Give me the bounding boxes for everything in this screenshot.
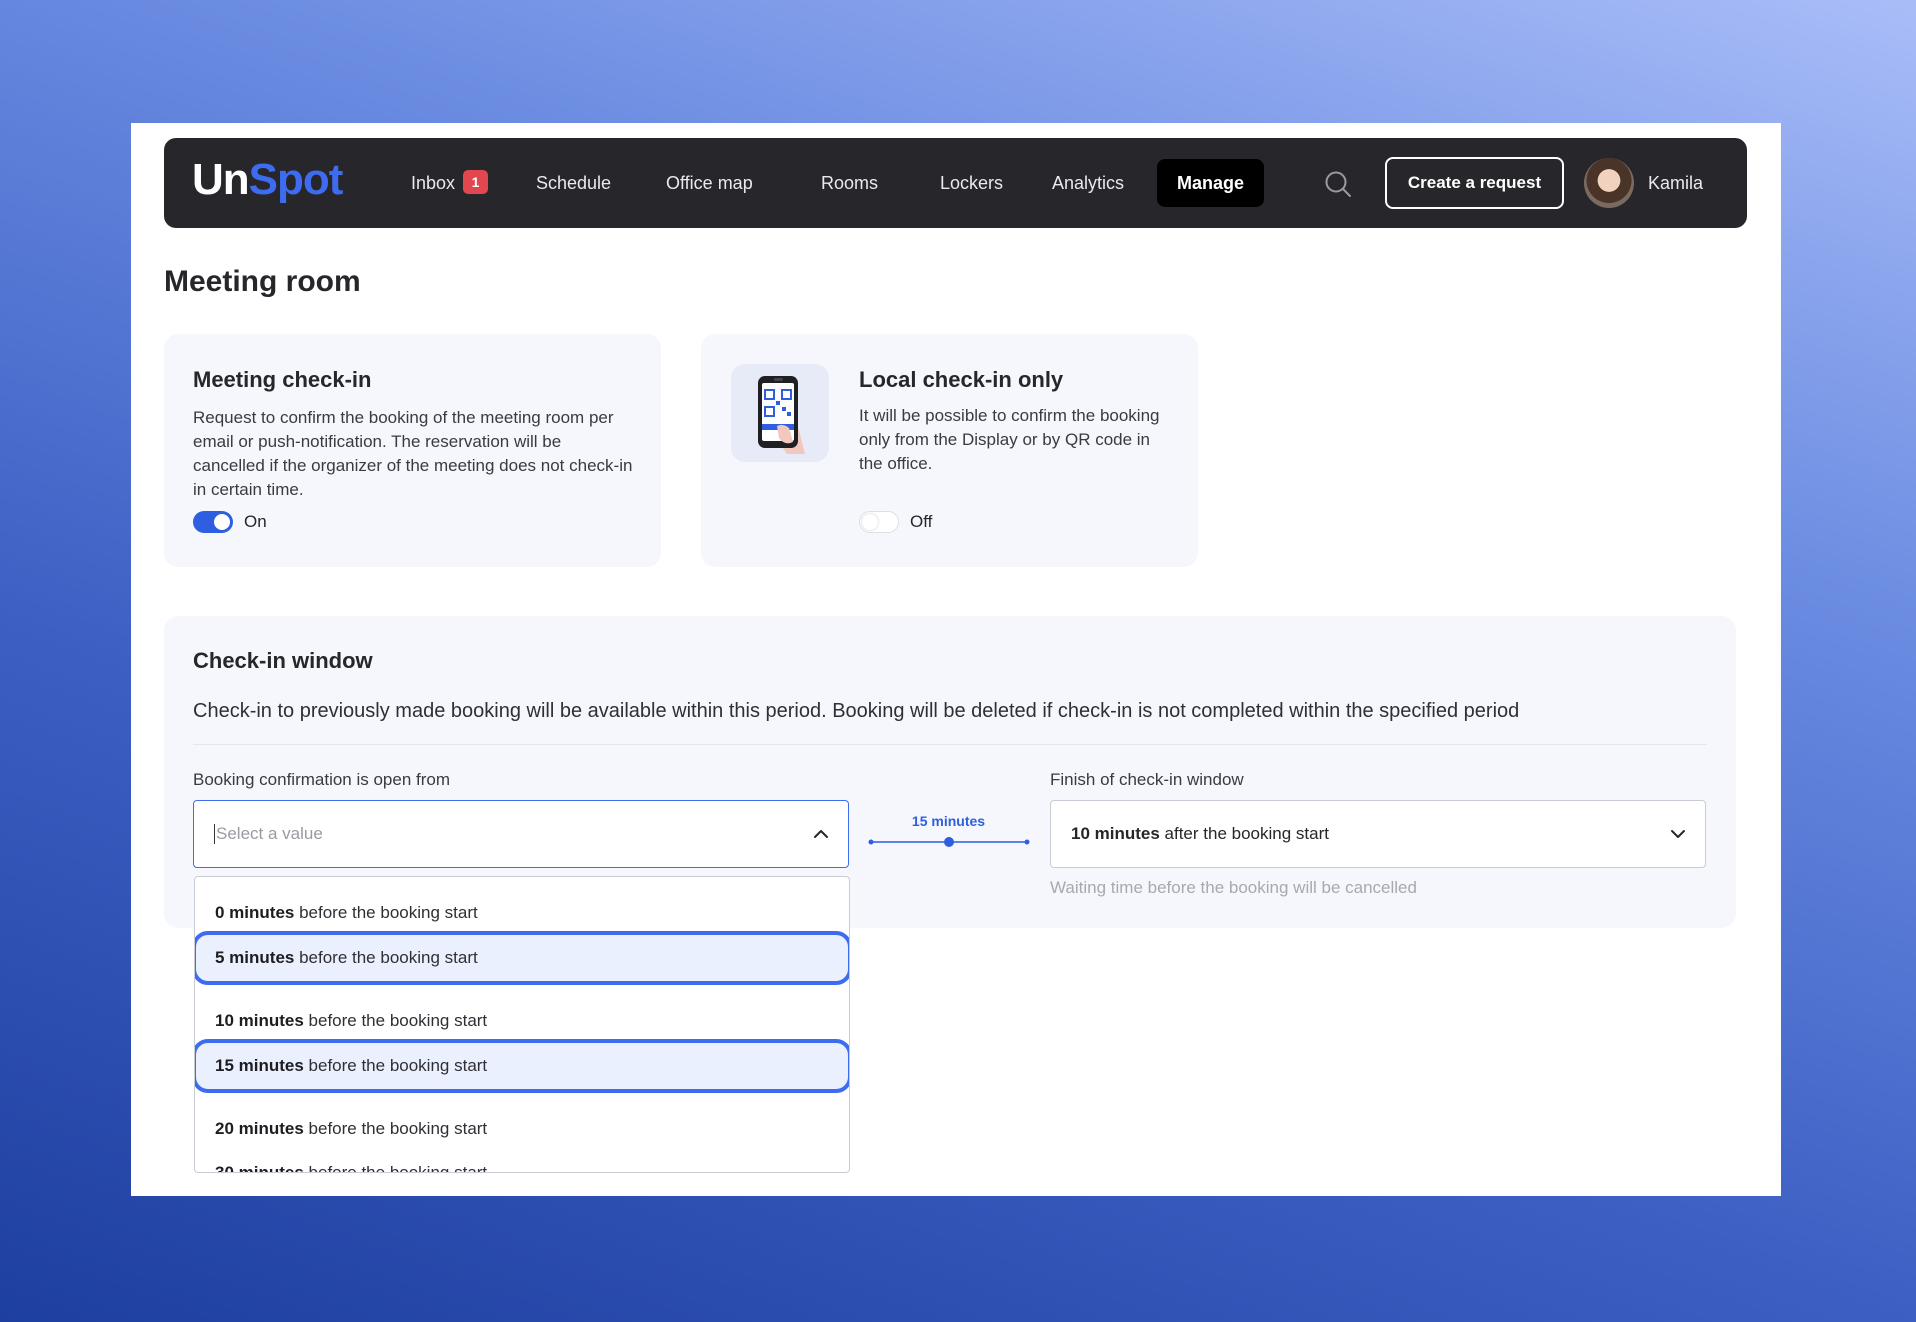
dropdown-option-5[interactable]: 5 minutes before the booking start <box>195 931 849 985</box>
finish-time-value-bold: 10 minutes <box>1071 824 1160 843</box>
option-rest: before the booking start <box>303 1163 488 1173</box>
toggle-knob <box>862 514 878 530</box>
dropdown-option-30[interactable]: 30 minutes before the booking start <box>195 1146 849 1173</box>
meeting-checkin-toggle[interactable] <box>193 511 233 533</box>
user-name[interactable]: Kamila <box>1648 162 1703 204</box>
option-rest: before the booking start <box>303 1119 488 1138</box>
inbox-count-badge: 1 <box>463 170 489 195</box>
logo-part-1: Un <box>192 155 250 204</box>
top-navbar: UnSpot Inbox 1 Schedule Office map Rooms … <box>164 138 1747 228</box>
option-rest: before the booking start <box>294 903 478 922</box>
finish-field-hint: Waiting time before the booking will be … <box>1050 878 1417 897</box>
start-time-dropdown: 0 minutes before the booking start 5 min… <box>194 876 850 1173</box>
option-bold: 0 minutes <box>215 903 295 922</box>
nav-item-analytics[interactable]: Analytics <box>1052 162 1124 204</box>
nav-item-schedule[interactable]: Schedule <box>536 162 611 204</box>
logo-part-2: Spot <box>248 155 344 204</box>
option-bold: 5 minutes <box>215 948 295 967</box>
finish-time-value-rest: after the booking start <box>1159 824 1329 843</box>
unspot-logo[interactable]: UnSpot <box>192 155 344 204</box>
text-cursor <box>214 823 215 844</box>
create-request-button[interactable]: Create a request <box>1385 157 1564 209</box>
local-checkin-toggle[interactable] <box>859 511 899 533</box>
start-time-placeholder: Select a value <box>216 824 323 843</box>
option-rest: before the booking start <box>303 1056 488 1075</box>
checkin-window-title: Check-in window <box>193 648 373 673</box>
checkin-window-description: Check-in to previously made booking will… <box>193 700 1520 722</box>
phone-qr-illustration <box>758 376 805 454</box>
finish-field-label: Finish of check-in window <box>1050 770 1244 789</box>
phone-qr-icon <box>731 364 829 462</box>
local-checkin-description: It will be possible to confirm the booki… <box>859 406 1160 473</box>
search-icon[interactable] <box>1324 170 1352 198</box>
nav-item-lockers[interactable]: Lockers <box>940 162 1003 204</box>
meeting-checkin-card: Meeting check-in Request to confirm the … <box>164 334 661 567</box>
finish-time-select[interactable]: 10 minutes after the booking start <box>1050 800 1706 868</box>
app-window: UnSpot Inbox 1 Schedule Office map Rooms … <box>131 123 1781 1196</box>
local-checkin-toggle-label: Off <box>910 512 933 531</box>
nav-item-inbox-label: Inbox <box>411 173 456 193</box>
meeting-checkin-title: Meeting check-in <box>193 367 372 392</box>
meeting-checkin-description: Request to confirm the booking of the me… <box>193 408 633 499</box>
local-checkin-card: Local check-in only It will be possible … <box>701 334 1198 567</box>
nav-item-manage[interactable]: Manage <box>1157 159 1265 207</box>
option-bold: 10 minutes <box>215 1011 304 1030</box>
local-checkin-title: Local check-in only <box>859 367 1064 392</box>
section-divider <box>193 744 1707 745</box>
slider-track <box>868 837 1030 847</box>
option-bold: 30 minutes <box>215 1163 304 1173</box>
chevron-down-icon[interactable] <box>1669 825 1687 843</box>
nav-item-office-map[interactable]: Office map <box>666 162 753 204</box>
meeting-checkin-toggle-label: On <box>244 512 267 531</box>
user-avatar[interactable] <box>1584 158 1634 208</box>
start-time-select[interactable]: Select a value <box>193 800 849 868</box>
toggle-knob <box>214 514 230 530</box>
start-field-label: Booking confirmation is open from <box>193 770 451 789</box>
page-title: Meeting room <box>164 265 361 298</box>
option-rest: before the booking start <box>303 1011 488 1030</box>
checkin-duration-slider[interactable]: 15 minutes <box>866 813 1031 853</box>
dropdown-option-15[interactable]: 15 minutes before the booking start <box>195 1039 849 1093</box>
nav-item-rooms[interactable]: Rooms <box>821 162 878 204</box>
nav-item-inbox[interactable]: Inbox 1 <box>411 162 489 204</box>
option-bold: 20 minutes <box>215 1119 304 1138</box>
option-rest: before the booking start <box>294 948 478 967</box>
chevron-up-icon[interactable] <box>812 825 830 843</box>
slider-handle <box>944 837 954 847</box>
option-bold: 15 minutes <box>215 1056 304 1075</box>
